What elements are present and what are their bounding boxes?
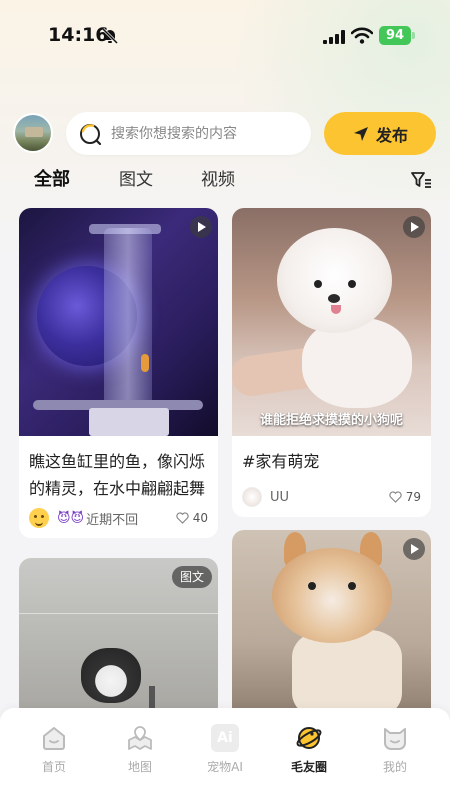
content-tabs: 全部 图文 视频 <box>0 165 450 197</box>
feed-card[interactable]: 图文 <box>19 558 218 718</box>
card-title: #家有萌宠 <box>242 452 320 471</box>
author-emoji-prefix: 😈😈 <box>57 510 85 526</box>
nav-item-home[interactable]: 首页 <box>19 724 89 775</box>
send-arrow-icon <box>353 126 368 141</box>
card-video-thumbnail[interactable] <box>19 208 218 436</box>
like-button[interactable]: 40 <box>176 511 208 525</box>
card-title: 瞧这鱼缸里的鱼，像闪烁的精灵，在水中翩翩起舞 <box>29 452 206 498</box>
play-icon <box>403 538 425 560</box>
ai-icon: Ai <box>211 724 239 752</box>
image-text-badge: 图文 <box>171 566 212 588</box>
feed-card[interactable]: 瞧这鱼缸里的鱼，像闪烁的精灵，在水中翩翩起舞 😈😈 近期不回 40 <box>19 208 218 538</box>
search-icon <box>80 124 102 146</box>
publish-label: 发布 <box>375 125 408 145</box>
feed-card[interactable]: 谁能拒绝求摸摸的小狗呢 #家有萌宠 UU 79 <box>232 208 431 517</box>
tab-all-label: 全部 <box>34 169 70 190</box>
publish-button[interactable]: 发布 <box>324 112 436 155</box>
card-video-thumbnail[interactable] <box>232 530 431 720</box>
user-avatar[interactable] <box>13 113 53 153</box>
nav-label-home: 首页 <box>41 760 66 774</box>
feed-card[interactable] <box>232 530 431 720</box>
nav-item-pet-circle[interactable]: 毛友圈 <box>274 724 344 775</box>
planet-icon <box>296 727 322 749</box>
status-time: 14:16 <box>48 24 109 46</box>
author-name[interactable]: 近期不回 <box>86 509 176 528</box>
nav-label-pet-ai: 宠物AI <box>207 760 243 774</box>
nav-item-map[interactable]: 地图 <box>105 724 175 775</box>
play-icon <box>190 216 212 238</box>
tab-all[interactable]: 全部 <box>30 165 74 195</box>
tab-image-text-label: 图文 <box>119 170 153 190</box>
card-image-thumbnail[interactable]: 图文 <box>19 558 218 718</box>
heart-icon <box>389 491 402 503</box>
map-icon <box>128 726 152 750</box>
nav-item-me[interactable]: 我的 <box>360 724 430 775</box>
author-avatar[interactable] <box>29 508 49 528</box>
nav-item-pet-ai[interactable]: Ai 宠物AI <box>190 724 260 775</box>
card-meta: 😈😈 近期不回 40 <box>29 507 208 529</box>
battery-indicator: 94 <box>379 26 415 45</box>
tab-image-text[interactable]: 图文 <box>119 165 153 195</box>
card-meta: UU 79 <box>242 486 421 508</box>
like-button[interactable]: 79 <box>389 490 421 504</box>
nav-label-map: 地图 <box>127 760 152 774</box>
tab-video-label: 视频 <box>201 170 235 190</box>
cat-face-icon <box>384 728 406 750</box>
home-icon <box>43 727 65 750</box>
filter-icon[interactable] <box>410 170 432 190</box>
like-count: 40 <box>192 511 208 525</box>
search-input[interactable] <box>111 112 301 155</box>
bottom-navigation: 首页 地图 Ai 宠物AI 毛友圈 我的 <box>0 708 450 800</box>
wifi-icon <box>351 27 373 44</box>
tab-video[interactable]: 视频 <box>201 165 235 195</box>
cellular-signal-icon <box>323 30 345 44</box>
nav-label-me: 我的 <box>382 760 407 774</box>
video-caption: 谁能拒绝求摸摸的小狗呢 <box>259 413 403 428</box>
status-bar: 14:16 94 <box>0 0 450 72</box>
bell-off-icon <box>101 27 119 45</box>
play-icon <box>403 216 425 238</box>
search-bar[interactable] <box>66 112 311 155</box>
nav-label-pet-circle: 毛友圈 <box>290 760 327 774</box>
heart-icon <box>176 512 189 524</box>
author-avatar[interactable] <box>242 487 262 507</box>
author-name[interactable]: UU <box>270 490 389 505</box>
like-count: 79 <box>405 490 421 504</box>
card-video-thumbnail[interactable]: 谁能拒绝求摸摸的小狗呢 <box>232 208 431 436</box>
